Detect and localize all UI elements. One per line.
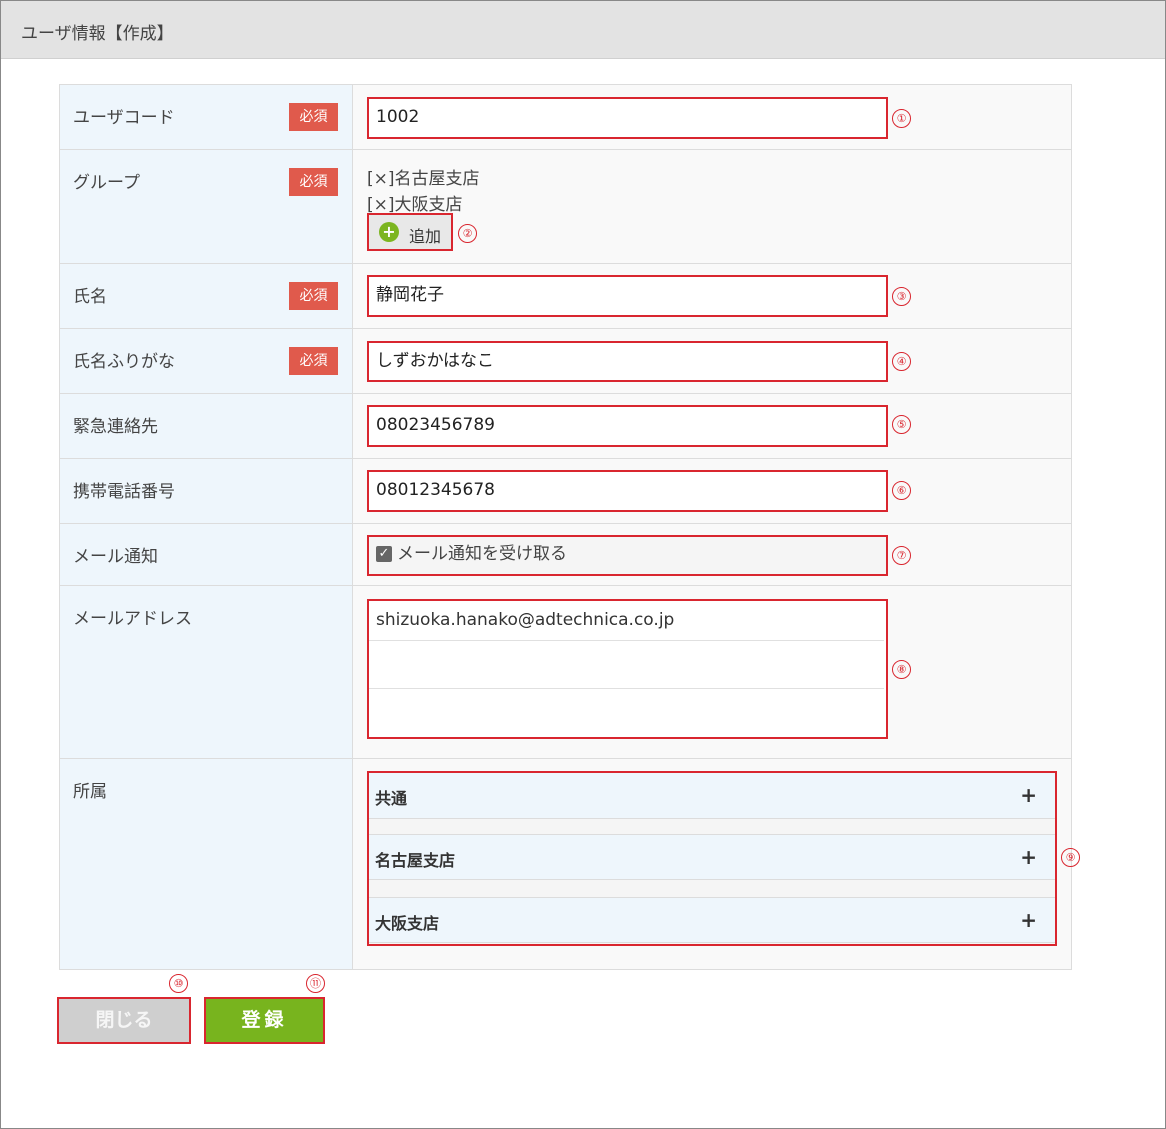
affiliation-item-common[interactable]: 共通 +	[369, 773, 1055, 819]
title-bar: ユーザ情報【作成】	[1, 1, 1165, 59]
affiliation-list: 共通 + 名古屋支店 + 大阪支店 +	[367, 771, 1057, 946]
group-item-osaka[interactable]: [×]大阪支店	[367, 190, 463, 215]
user-form: ユーザコード 必須 1002 ① グループ 必須 [×]名古屋支店 [×]大阪支…	[59, 84, 1080, 970]
row-email: メールアドレス shizuoka.hanako@adtechnica.co.jp…	[60, 586, 1071, 759]
label-name-kana: 氏名ふりがな	[73, 352, 175, 372]
affiliation-item-nagoya[interactable]: 名古屋支店 +	[369, 834, 1055, 880]
callout-7: ⑦	[892, 546, 911, 565]
plus-circle-icon: +	[379, 222, 399, 242]
emergency-contact-input[interactable]: 08023456789	[367, 405, 888, 447]
user-code-input[interactable]: 1002	[367, 97, 888, 139]
email-fields-group: shizuoka.hanako@adtechnica.co.jp	[367, 599, 888, 739]
required-badge: 必須	[289, 282, 338, 310]
mail-notify-checkbox-field[interactable]: ✓ メール通知を受け取る	[367, 535, 888, 576]
name-kana-input[interactable]: しずおかはなこ	[367, 341, 888, 382]
name-input[interactable]: 静岡花子	[367, 275, 888, 317]
row-affiliation: 所属 共通 + 名古屋支店 + 大阪支店 + ⑨	[60, 759, 1080, 969]
callout-2: ②	[458, 224, 477, 243]
callout-4: ④	[892, 352, 911, 371]
label-user-code: ユーザコード	[73, 108, 175, 128]
required-badge: 必須	[289, 103, 338, 131]
add-group-button[interactable]: + 追加	[367, 213, 453, 251]
callout-9: ⑨	[1061, 848, 1080, 867]
plus-icon[interactable]: +	[1020, 783, 1037, 807]
label-name: 氏名	[73, 287, 107, 307]
callout-8: ⑧	[892, 660, 911, 679]
group-item-nagoya[interactable]: [×]名古屋支店	[367, 164, 480, 189]
callout-10: ⑩	[169, 974, 188, 993]
row-group: グループ 必須 [×]名古屋支店 [×]大阪支店 + 追加 ②	[60, 150, 1071, 264]
label-email: メールアドレス	[73, 609, 192, 629]
email-input-3[interactable]	[369, 697, 884, 737]
required-badge: 必須	[289, 347, 338, 375]
row-emergency: 緊急連絡先 08023456789 ⑤	[60, 394, 1071, 459]
required-badge: 必須	[289, 168, 338, 196]
callout-6: ⑥	[892, 481, 911, 500]
plus-icon[interactable]: +	[1020, 908, 1037, 932]
row-name: 氏名 必須 静岡花子 ③	[60, 264, 1071, 329]
row-mobile: 携帯電話番号 08012345678 ⑥	[60, 459, 1071, 524]
checkbox-checked-icon[interactable]: ✓	[376, 546, 392, 562]
callout-5: ⑤	[892, 415, 911, 434]
label-mail-notify: メール通知	[73, 547, 158, 567]
label-group: グループ	[73, 173, 140, 193]
row-mail-notify: メール通知 ✓ メール通知を受け取る ⑦	[60, 524, 1071, 586]
label-emergency: 緊急連絡先	[73, 417, 158, 437]
label-affiliation: 所属	[73, 782, 107, 802]
email-input-1[interactable]: shizuoka.hanako@adtechnica.co.jp	[369, 601, 884, 641]
mobile-phone-input[interactable]: 08012345678	[367, 470, 888, 512]
callout-3: ③	[892, 287, 911, 306]
row-user-code: ユーザコード 必須 1002 ①	[60, 85, 1071, 150]
plus-icon[interactable]: +	[1020, 845, 1037, 869]
register-button[interactable]: 登録	[204, 997, 325, 1044]
callout-11: ⑪	[306, 974, 325, 993]
callout-1: ①	[892, 109, 911, 128]
affiliation-item-osaka[interactable]: 大阪支店 +	[369, 897, 1055, 943]
row-name-kana: 氏名ふりがな 必須 しずおかはなこ ④	[60, 329, 1071, 394]
label-mobile: 携帯電話番号	[73, 482, 175, 502]
close-button[interactable]: 閉じる	[57, 997, 191, 1044]
page-title: ユーザ情報【作成】	[21, 24, 174, 44]
email-input-2[interactable]	[369, 649, 884, 689]
